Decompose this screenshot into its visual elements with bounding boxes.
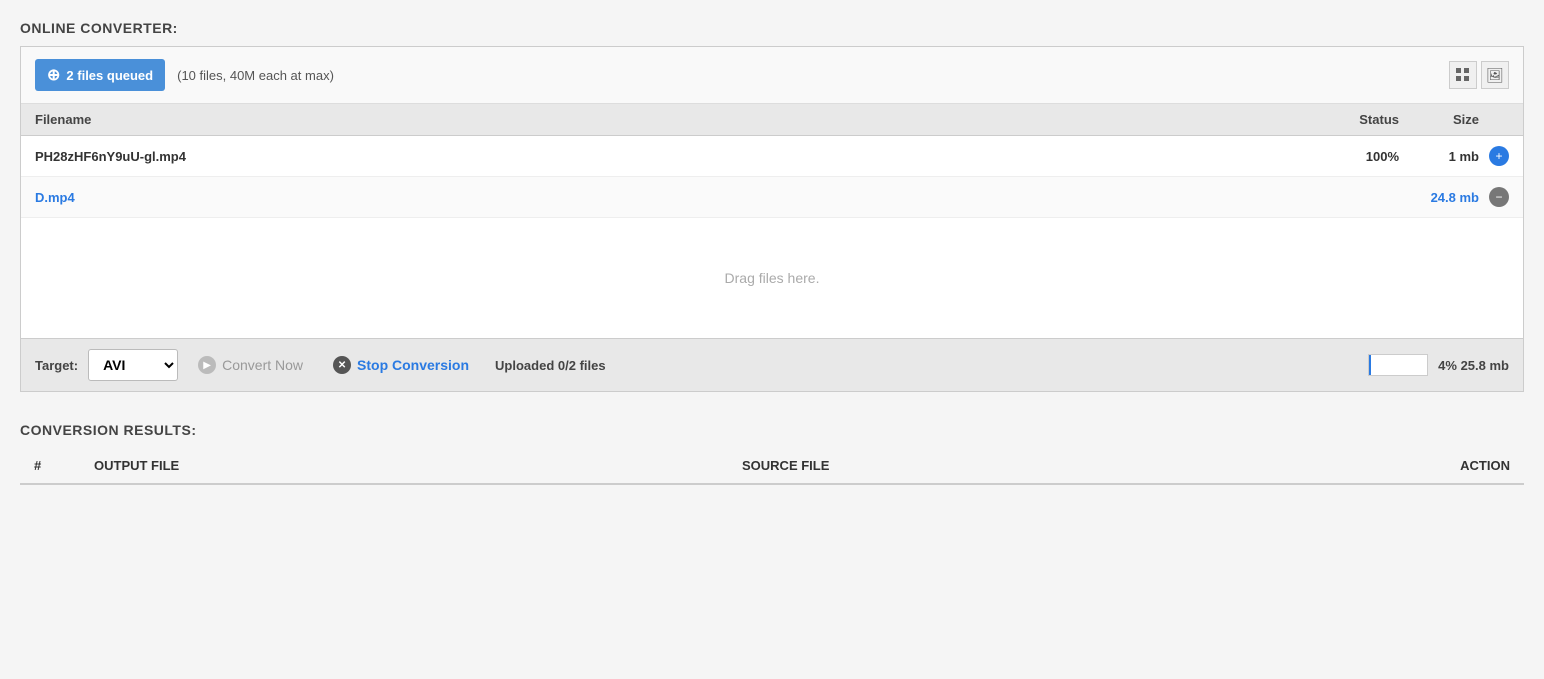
col-size-header: Size: [1399, 112, 1479, 127]
converter-title: ONLINE CONVERTER:: [20, 20, 1524, 36]
plus-icon: ⊕: [47, 65, 60, 85]
add-files-label: 2 files queued: [66, 68, 153, 83]
converter-panel: ⊕ 2 files queued (10 files, 40M each at …: [20, 46, 1524, 392]
convert-now-label: Convert Now: [222, 357, 303, 373]
stop-label: Stop Conversion: [357, 357, 469, 373]
file-name-2[interactable]: D.mp4: [35, 190, 1319, 205]
col-output-header: OUTPUT FILE: [94, 458, 742, 473]
progress-text: 4% 25.8 mb: [1438, 358, 1509, 373]
col-action-header: ACTION: [1390, 458, 1510, 473]
table-row: D.mp4 24.8 mb −: [21, 177, 1523, 218]
col-status-header: Status: [1319, 112, 1399, 127]
col-source-header: SOURCE FILE: [742, 458, 1390, 473]
top-bar-left: ⊕ 2 files queued (10 files, 40M each at …: [35, 59, 334, 91]
top-bar: ⊕ 2 files queued (10 files, 40M each at …: [21, 47, 1523, 104]
file-size-1: 1 mb: [1399, 149, 1479, 164]
remove-file-icon-2[interactable]: −: [1489, 187, 1509, 207]
add-file-icon-1[interactable]: +: [1489, 146, 1509, 166]
drag-text: Drag files here.: [725, 270, 820, 286]
file-name-1: PH28zHF6nY9uU-gl.mp4: [35, 149, 1319, 164]
image-icon: 🖼: [1486, 67, 1504, 84]
grid-icon: [1456, 68, 1470, 82]
col-filename-header: Filename: [35, 112, 1319, 127]
file-size-2: 24.8 mb: [1399, 190, 1479, 205]
image-view-button[interactable]: 🖼: [1481, 61, 1509, 89]
upload-status: Uploaded 0/2 files: [495, 358, 606, 373]
col-num-header: #: [34, 458, 94, 473]
file-action-2[interactable]: −: [1479, 187, 1509, 207]
drag-drop-area[interactable]: Drag files here.: [21, 218, 1523, 338]
grid-view-button[interactable]: [1449, 61, 1477, 89]
progress-bar-inner: [1369, 355, 1371, 375]
table-row: PH28zHF6nY9uU-gl.mp4 100% 1 mb +: [21, 136, 1523, 177]
results-title: CONVERSION RESULTS:: [20, 422, 1524, 438]
bottom-bar: Target: AVI ▶ Convert Now ✕ Stop Convers…: [21, 338, 1523, 391]
convert-now-icon: ▶: [198, 356, 216, 374]
results-table-header: # OUTPUT FILE SOURCE FILE ACTION: [20, 448, 1524, 485]
progress-bar-container: 4% 25.8 mb: [616, 354, 1509, 376]
top-bar-right: 🖼: [1449, 61, 1509, 89]
file-table-header: Filename Status Size: [21, 104, 1523, 136]
file-status-1: 100%: [1319, 149, 1399, 164]
add-files-button[interactable]: ⊕ 2 files queued: [35, 59, 165, 91]
file-limit-info: (10 files, 40M each at max): [177, 68, 334, 83]
target-label: Target:: [35, 358, 78, 373]
stop-icon: ✕: [333, 356, 351, 374]
convert-now-button[interactable]: ▶ Convert Now: [188, 350, 313, 380]
results-section: CONVERSION RESULTS: # OUTPUT FILE SOURCE…: [20, 422, 1524, 485]
format-select[interactable]: AVI: [88, 349, 178, 381]
file-action-1[interactable]: +: [1479, 146, 1509, 166]
stop-conversion-button[interactable]: ✕ Stop Conversion: [323, 350, 479, 380]
progress-bar-outer: [1368, 354, 1428, 376]
